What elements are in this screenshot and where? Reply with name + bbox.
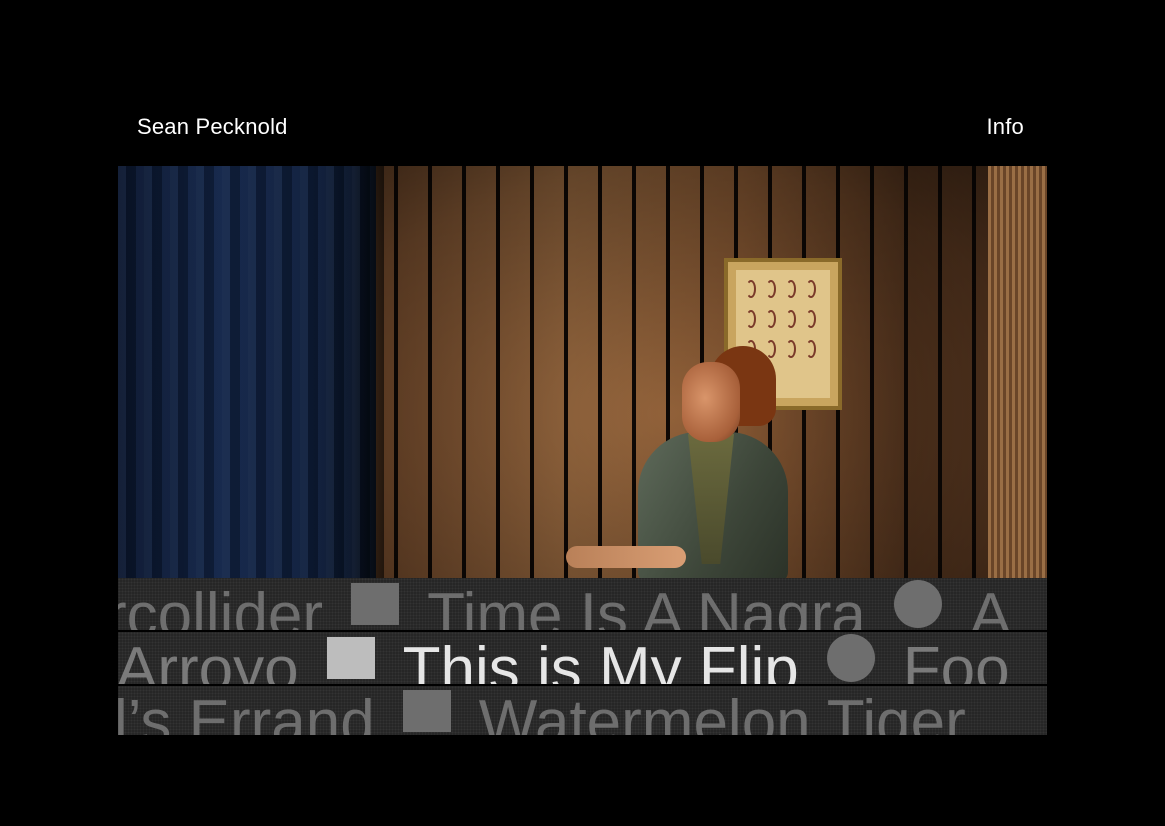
project-link[interactable]: Watermelon Tiger <box>457 691 988 735</box>
project-link[interactable]: Arroyo <box>118 639 321 685</box>
project-link[interactable]: A <box>948 585 1033 631</box>
project-link[interactable]: Time Is A Nagra <box>405 585 888 631</box>
marquee-row: l’s Errand Watermelon Tiger <box>118 686 1047 735</box>
marquee-row: rcollider Time Is A Nagra A <box>118 578 1047 630</box>
project-link[interactable]: l’s Errand <box>118 691 397 735</box>
project-marquee: rcollider Time Is A Nagra A Arroyo This … <box>118 578 1047 735</box>
hero-video[interactable] <box>118 166 1047 578</box>
square-icon <box>326 637 375 679</box>
project-link[interactable]: Foo <box>881 639 1032 685</box>
wood-panel-right <box>988 166 1047 578</box>
circle-icon <box>893 580 942 628</box>
project-link-active[interactable]: This is My Flip <box>381 639 821 685</box>
project-link[interactable]: rcollider <box>118 585 345 631</box>
info-link[interactable]: Info <box>987 112 1025 142</box>
blue-curtain <box>118 166 376 578</box>
site-title-link[interactable]: Sean Pecknold <box>137 112 288 142</box>
square-icon <box>402 689 451 732</box>
marquee-row: Arroyo This is My Flip Foo <box>118 632 1047 684</box>
square-icon <box>351 583 400 625</box>
circle-icon <box>826 634 875 682</box>
top-navigation: Sean Pecknold Info <box>137 112 1024 142</box>
